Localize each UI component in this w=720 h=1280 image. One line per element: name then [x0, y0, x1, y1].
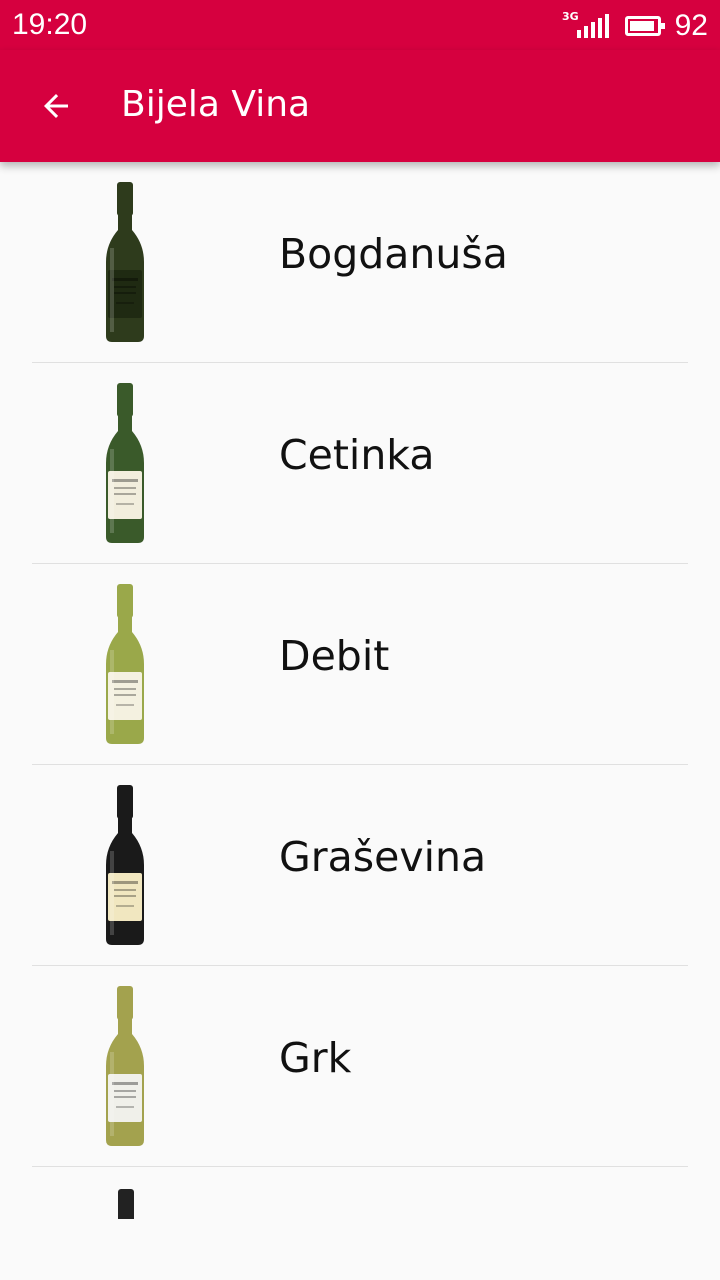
wine-bottle-image — [92, 182, 158, 344]
wine-bottle-icon — [106, 584, 144, 744]
wine-list-item-partial[interactable] — [32, 1167, 688, 1227]
wine-name: Bogdanuša — [279, 230, 508, 278]
wine-list[interactable]: Bogdanuša Cetinka Debit Graševina Grk — [0, 162, 720, 1280]
status-bar: 19:20 3G 92 — [0, 0, 720, 50]
wine-name: Debit — [279, 632, 390, 680]
wine-bottle-image — [92, 986, 158, 1148]
wine-bottle-image — [118, 1189, 134, 1219]
status-indicators: 3G 92 — [562, 6, 708, 46]
back-button[interactable] — [28, 78, 84, 134]
battery-icon — [624, 16, 665, 36]
wine-bottle-image — [92, 785, 158, 947]
wine-list-item[interactable]: Grk — [32, 966, 688, 1167]
network-type-label: 3G — [561, 9, 579, 23]
wine-list-item[interactable]: Debit — [32, 564, 688, 765]
battery-percent: 92 — [674, 9, 708, 42]
wine-name: Graševina — [279, 833, 487, 881]
signal-bars-icon — [576, 14, 609, 38]
wine-bottle-icon — [106, 986, 144, 1146]
battery-fill — [629, 21, 654, 31]
wine-bottle-icon — [106, 383, 144, 543]
wine-bottle-image — [92, 584, 158, 746]
status-time: 19:20 — [12, 8, 88, 41]
wine-list-item[interactable]: Cetinka — [32, 363, 688, 564]
wine-name: Cetinka — [279, 431, 435, 479]
page-title: Bijela Vina — [121, 84, 311, 125]
app-bar: Bijela Vina — [0, 50, 720, 162]
arrow-back-icon — [44, 94, 68, 118]
wine-list-item[interactable]: Bogdanuša — [32, 162, 688, 363]
wine-list-item[interactable]: Graševina — [32, 765, 688, 966]
wine-bottle-icon — [106, 785, 144, 945]
wine-bottle-icon — [106, 182, 144, 342]
wine-bottle-image — [92, 383, 158, 545]
wine-name: Grk — [279, 1034, 352, 1082]
